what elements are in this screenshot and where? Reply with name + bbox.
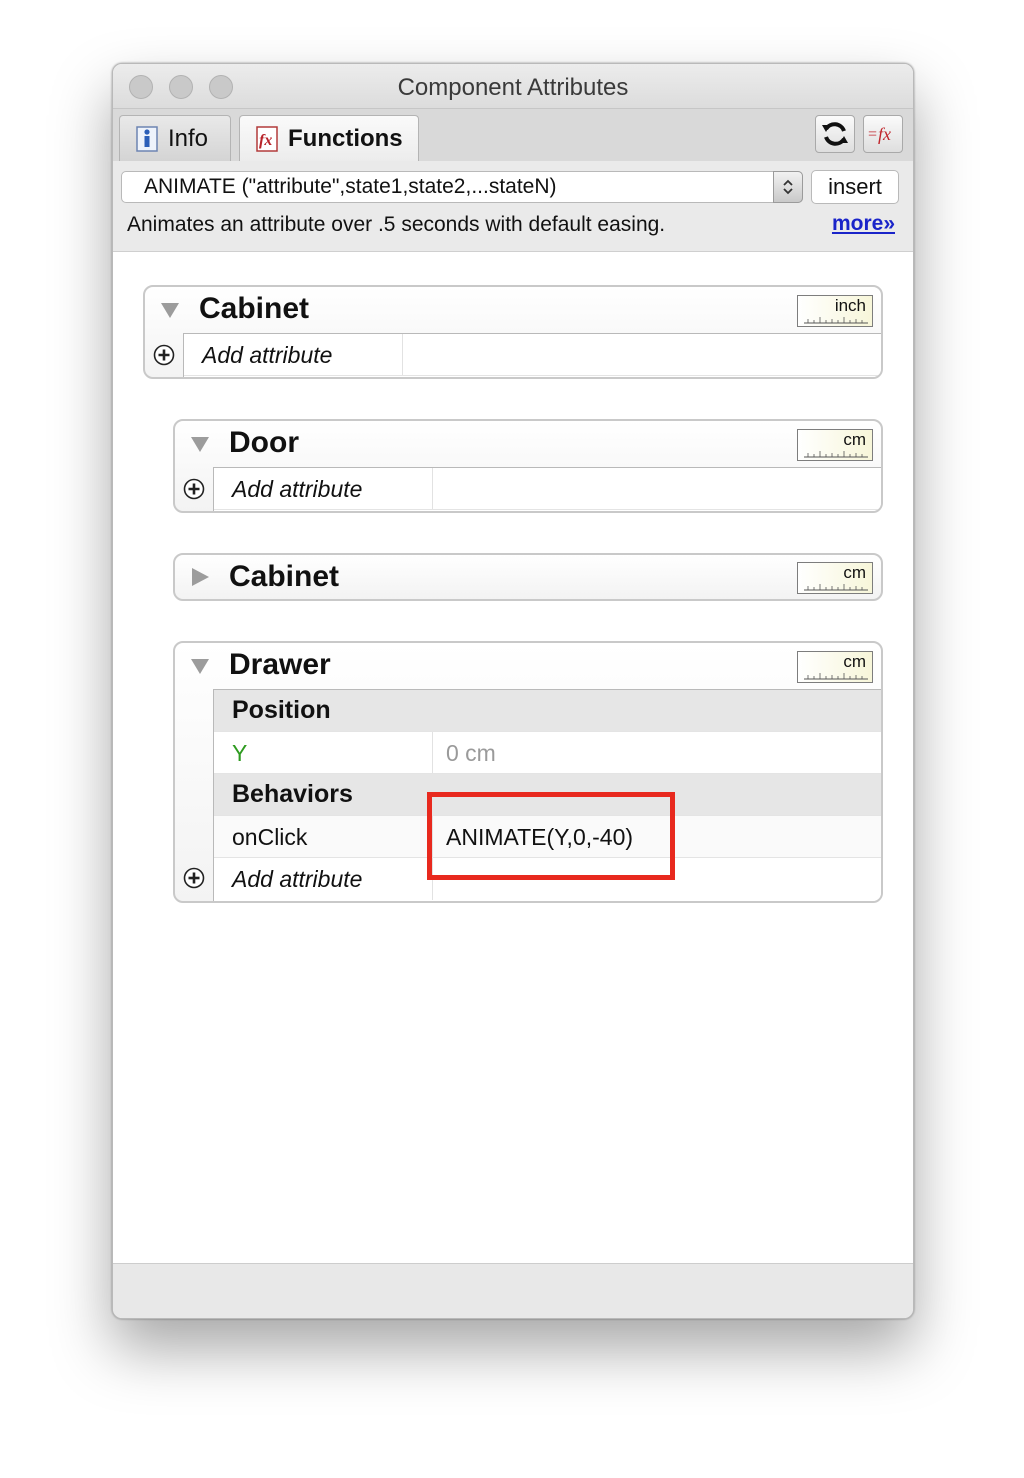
component-title: Cabinet [229, 560, 340, 593]
add-attribute-plus-icon[interactable] [183, 478, 205, 500]
add-attribute-plus-icon[interactable] [153, 344, 175, 366]
component-panel-cabinet: Cabinet inch Add attribute [143, 285, 883, 379]
tab-info[interactable]: Info [119, 115, 231, 161]
component-attributes-window: Component Attributes Info fx Functions =… [112, 63, 914, 1319]
refresh-icon [822, 122, 848, 146]
add-attribute-plus-icon[interactable] [183, 867, 205, 889]
insert-button[interactable]: insert [811, 170, 899, 204]
attribute-value[interactable]: 0 cm [446, 740, 496, 767]
select-stepper[interactable] [773, 171, 803, 203]
unit-label: cm [843, 430, 866, 449]
unit-label: cm [843, 652, 866, 671]
disclosure-triangle-down-icon[interactable] [189, 435, 211, 453]
disclosure-triangle-down-icon[interactable] [159, 301, 181, 319]
function-select-value: ANIMATE ("attribute",state1,state2,...st… [144, 175, 557, 198]
component-panel-cabinet-collapsed: Cabinet cm [173, 553, 883, 601]
tab-info-label: Info [168, 124, 209, 152]
refresh-button[interactable] [815, 115, 855, 153]
components-area: Cabinet inch Add attribute Door cm Add a… [113, 252, 913, 1264]
tab-functions-label: Functions [288, 125, 403, 152]
unit-label: inch [834, 296, 866, 315]
formula-button[interactable]: = fx [863, 115, 903, 153]
formula-icon: = fx [868, 124, 891, 144]
disclosure-triangle-down-icon[interactable] [189, 657, 211, 675]
tab-strip: Info fx Functions = fx [113, 109, 913, 162]
bottom-bar [113, 1263, 913, 1318]
unit-selector[interactable]: cm [797, 651, 873, 683]
attribute-name: Y [232, 740, 248, 766]
more-link[interactable]: more» [832, 212, 895, 236]
attribute-rows: Add attribute [183, 333, 881, 377]
info-icon [136, 125, 158, 152]
ruler-icon [804, 317, 868, 324]
highlight-annotation-box [427, 792, 675, 880]
panel-header[interactable]: Cabinet cm [175, 555, 881, 599]
title-bar: Component Attributes [113, 64, 913, 109]
svg-text:fx: fx [878, 124, 891, 144]
attribute-name: onClick [232, 824, 308, 850]
add-attribute-row[interactable]: Add attribute [184, 334, 881, 376]
panel-header[interactable]: Drawer cm [175, 643, 881, 689]
ruler-icon [804, 584, 868, 591]
panel-header[interactable]: Cabinet inch [145, 287, 881, 333]
tab-functions[interactable]: fx Functions [239, 115, 419, 162]
add-attribute-label[interactable]: Add attribute [232, 866, 362, 893]
function-select[interactable]: ANIMATE ("attribute",state1,state2,...st… [121, 171, 803, 203]
component-panel-door: Door cm Add attribute [173, 419, 883, 513]
section-title: Behaviors [232, 780, 353, 808]
unit-selector[interactable]: inch [797, 295, 873, 327]
svg-text:=: = [868, 126, 877, 143]
column-divider [402, 334, 403, 375]
unit-selector[interactable]: cm [797, 562, 873, 594]
disclosure-triangle-right-icon[interactable] [189, 566, 211, 588]
unit-label: cm [843, 563, 866, 582]
panel-header[interactable]: Door cm [175, 421, 881, 467]
add-attribute-label[interactable]: Add attribute [232, 476, 362, 503]
section-title: Position [232, 696, 331, 724]
component-title: Drawer [229, 648, 331, 681]
ruler-icon [804, 673, 868, 680]
component-title: Door [229, 426, 299, 459]
ruler-icon [804, 451, 868, 458]
component-title: Cabinet [199, 292, 310, 325]
unit-selector[interactable]: cm [797, 429, 873, 461]
svg-text:fx: fx [259, 132, 272, 149]
up-down-chevron-icon [783, 179, 793, 195]
window-title: Component Attributes [397, 74, 629, 101]
function-bar: ANIMATE ("attribute",state1,state2,...st… [113, 161, 913, 252]
column-divider [432, 732, 433, 773]
add-attribute-row[interactable]: Add attribute [214, 468, 881, 510]
fx-icon: fx [256, 126, 278, 152]
add-attribute-label[interactable]: Add attribute [202, 342, 332, 369]
column-divider [432, 468, 433, 509]
function-description: Animates an attribute over .5 seconds wi… [127, 213, 666, 236]
section-header-position: Position [214, 690, 881, 732]
attribute-row-y[interactable]: Y 0 cm [214, 732, 881, 774]
attribute-rows: Add attribute [213, 467, 881, 511]
